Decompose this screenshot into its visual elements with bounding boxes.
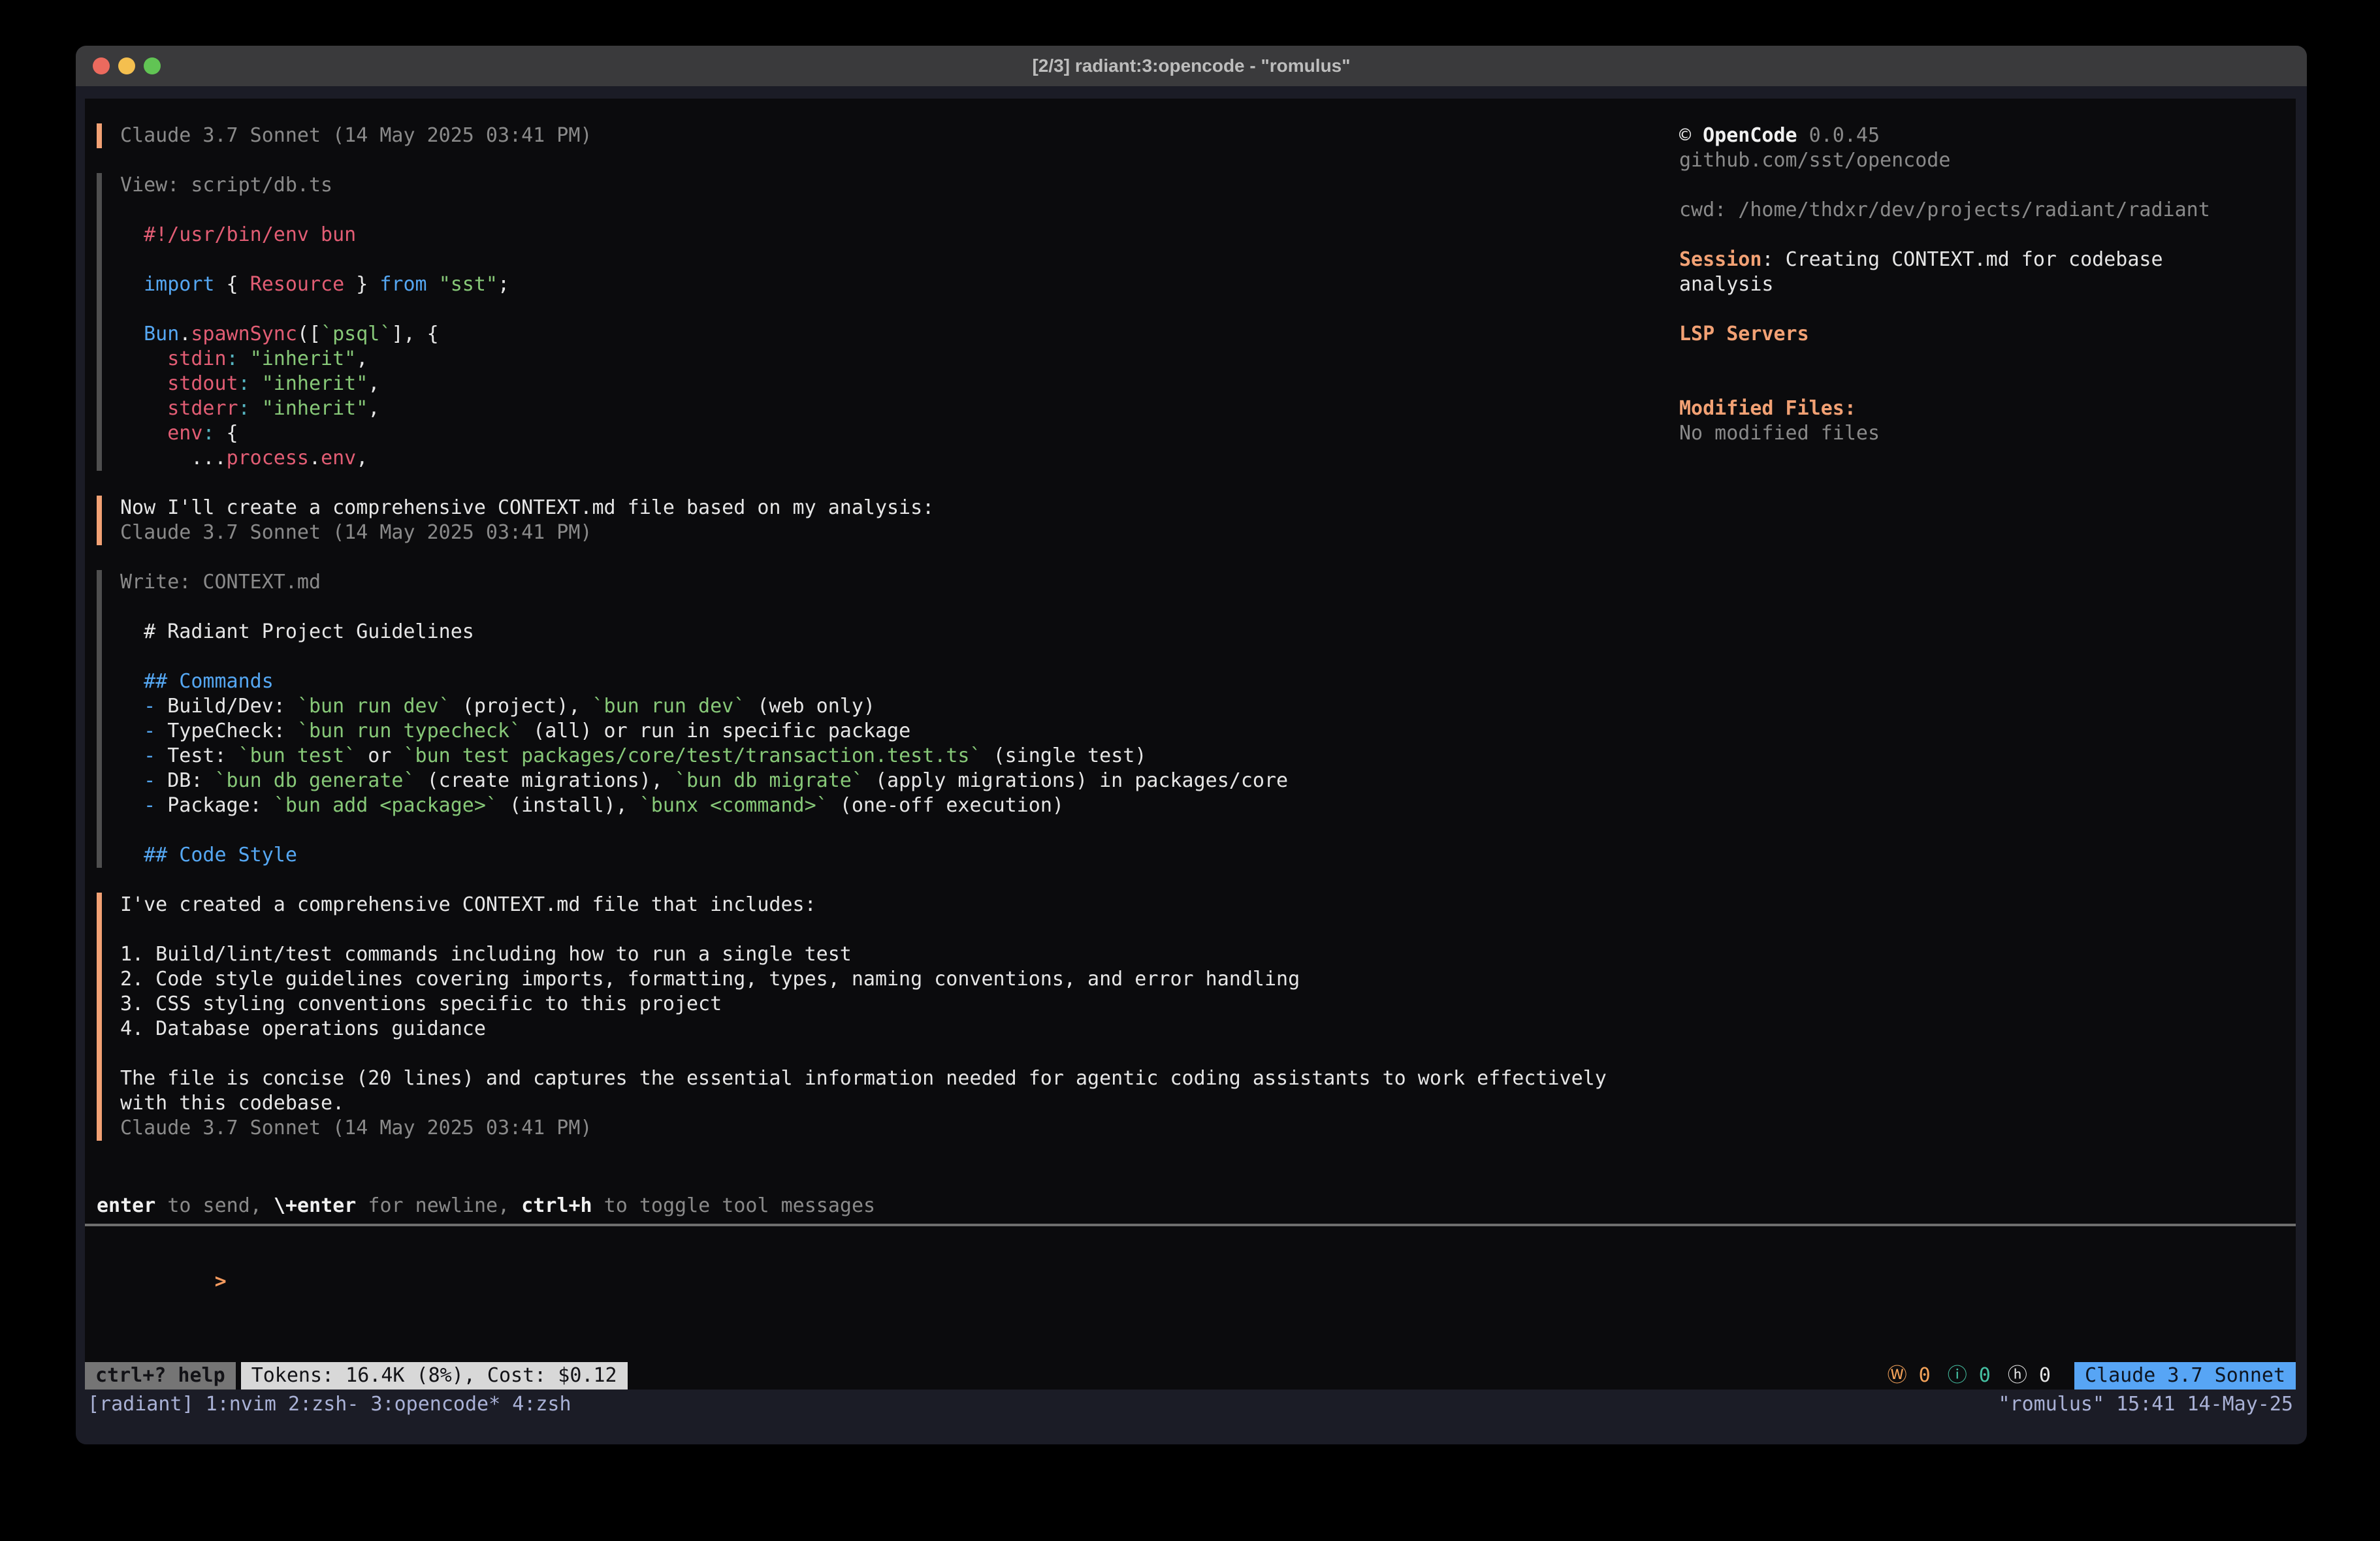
chat-line: stdin: "inherit", — [120, 347, 1679, 372]
chat-line: Bun.spawnSync([`psql`], { — [120, 322, 1679, 347]
chat-line: env: { — [120, 421, 1679, 446]
chat-line: - Package: `bun add <package>` (install)… — [120, 793, 1679, 818]
tmux-host-clock: "romulus" 15:41 14-May-25 — [1998, 1393, 2293, 1416]
chat-line — [120, 818, 1679, 843]
close-window-button[interactable] — [93, 57, 110, 74]
sidebar-line — [1679, 347, 2292, 372]
sidebar-line: No modified files — [1679, 421, 2292, 446]
chat-line — [120, 198, 1679, 223]
terminal-content: Claude 3.7 Sonnet (14 May 2025 03:41 PM)… — [76, 86, 2307, 1444]
chat-line: Now I'll create a comprehensive CONTEXT.… — [120, 496, 1679, 520]
sidebar-lines: © OpenCode 0.0.45github.com/sst/opencode… — [1679, 99, 2296, 1194]
info-indicator: ⓘ 0 — [1948, 1363, 1991, 1388]
assistant-message-block: I've created a comprehensive CONTEXT.md … — [97, 893, 1679, 1141]
sidebar-line — [1679, 223, 2292, 247]
tokens-cost-chip: Tokens: 16.4K (8%), Cost: $0.12 — [241, 1362, 628, 1390]
warnings-indicator: Ⓦ 0 — [1888, 1363, 1931, 1388]
minimize-window-button[interactable] — [118, 57, 135, 74]
window-controls — [93, 46, 161, 86]
assistant-header-block: Claude 3.7 Sonnet (14 May 2025 03:41 PM) — [97, 123, 1679, 148]
opencode-workspace: Claude 3.7 Sonnet (14 May 2025 03:41 PM)… — [85, 99, 2296, 1194]
sidebar-line: © OpenCode 0.0.45 — [1679, 123, 2292, 148]
window-title: [2/3] radiant:3:opencode - "romulus" — [1032, 56, 1350, 76]
chat-line: Write: CONTEXT.md — [120, 570, 1679, 595]
status-bar: ctrl+? help Tokens: 16.4K (8%), Cost: $0… — [85, 1362, 2296, 1390]
chat-line — [120, 247, 1679, 272]
sidebar-line — [1679, 372, 2292, 396]
chat-line: #!/usr/bin/env bun — [120, 223, 1679, 247]
sidebar-line: cwd: /home/thdxr/dev/projects/radiant/ra… — [1679, 198, 2292, 223]
help-shortcut-chip: ctrl+? help — [85, 1362, 236, 1390]
chat-line — [120, 1041, 1679, 1066]
sidebar-line — [1679, 297, 2292, 322]
tmux-window-list[interactable]: [radiant] 1:nvim 2:zsh- 3:opencode* 4:zs… — [88, 1393, 571, 1416]
model-badge: Claude 3.7 Sonnet — [2074, 1362, 2296, 1390]
sidebar-line: Session: Creating CONTEXT.md for codebas… — [1679, 247, 2292, 272]
chat-line: Claude 3.7 Sonnet (14 May 2025 03:41 PM) — [120, 123, 1679, 148]
sidebar-line: LSP Servers — [1679, 322, 2292, 347]
chat-line: - DB: `bun db generate` (create migratio… — [120, 769, 1679, 793]
chat-line: ## Code Style — [120, 843, 1679, 868]
chat-line — [120, 297, 1679, 322]
help-tokens: enter to send, \+enter for newline, ctrl… — [97, 1194, 2296, 1218]
assistant-message-block: Now I'll create a comprehensive CONTEXT.… — [97, 496, 1679, 545]
chat-line: stderr: "inherit", — [120, 396, 1679, 421]
chat-line: 2. Code style guidelines covering import… — [120, 967, 1679, 992]
chat-line — [120, 917, 1679, 942]
hints-indicator: ⓗ 0 — [2008, 1363, 2051, 1388]
chat-line: View: script/db.ts — [120, 173, 1679, 198]
chat-line: # Radiant Project Guidelines — [120, 620, 1679, 644]
prompt-caret-icon: > — [215, 1270, 227, 1293]
chat-line: with this codebase. — [120, 1091, 1679, 1116]
sidebar-line: Modified Files: — [1679, 396, 2292, 421]
chat-line: Claude 3.7 Sonnet (14 May 2025 03:41 PM) — [120, 1116, 1679, 1141]
tmux-status-bar: [radiant] 1:nvim 2:zsh- 3:opencode* 4:zs… — [85, 1390, 2296, 1418]
chat-line — [120, 595, 1679, 620]
chat-line: 4. Database operations guidance — [120, 1017, 1679, 1041]
diagnostics: Ⓦ 0 ⓘ 0 ⓗ 0 — [1888, 1363, 2074, 1388]
tool-view-block: View: script/db.ts #!/usr/bin/env bun im… — [97, 173, 1679, 471]
chat-blocks: Claude 3.7 Sonnet (14 May 2025 03:41 PM)… — [85, 99, 1679, 1194]
terminal-window: [2/3] radiant:3:opencode - "romulus" Cla… — [76, 46, 2307, 1444]
help-line: enter to send, \+enter for newline, ctrl… — [85, 1194, 2296, 1218]
chat-line: ...process.env, — [120, 446, 1679, 471]
sidebar-line: github.com/sst/opencode — [1679, 148, 2292, 173]
chat-line: import { Resource } from "sst"; — [120, 272, 1679, 297]
sidebar-line — [1679, 173, 2292, 198]
chat-line: The file is concise (20 lines) and captu… — [120, 1066, 1679, 1091]
message-input-area[interactable]: > — [85, 1226, 2296, 1362]
chat-line: stdout: "inherit", — [120, 372, 1679, 396]
chat-line: 1. Build/lint/test commands including ho… — [120, 942, 1679, 967]
chat-line: - Build/Dev: `bun run dev` (project), `b… — [120, 694, 1679, 719]
chat-line — [120, 644, 1679, 669]
chat-line: ## Commands — [120, 669, 1679, 694]
chat-line: Claude 3.7 Sonnet (14 May 2025 03:41 PM) — [120, 520, 1679, 545]
sidebar-line: analysis — [1679, 272, 2292, 297]
chat-line: I've created a comprehensive CONTEXT.md … — [120, 893, 1679, 917]
opencode-tui: Claude 3.7 Sonnet (14 May 2025 03:41 PM)… — [85, 99, 2296, 1390]
zoom-window-button[interactable] — [144, 57, 161, 74]
chat-line: 3. CSS styling conventions specific to t… — [120, 992, 1679, 1017]
tool-write-block: Write: CONTEXT.md # Radiant Project Guid… — [97, 570, 1679, 868]
chat-line: - Test: `bun test` or `bun test packages… — [120, 744, 1679, 769]
chat-line: - TypeCheck: `bun run typecheck` (all) o… — [120, 719, 1679, 744]
window-titlebar[interactable]: [2/3] radiant:3:opencode - "romulus" — [76, 46, 2307, 86]
